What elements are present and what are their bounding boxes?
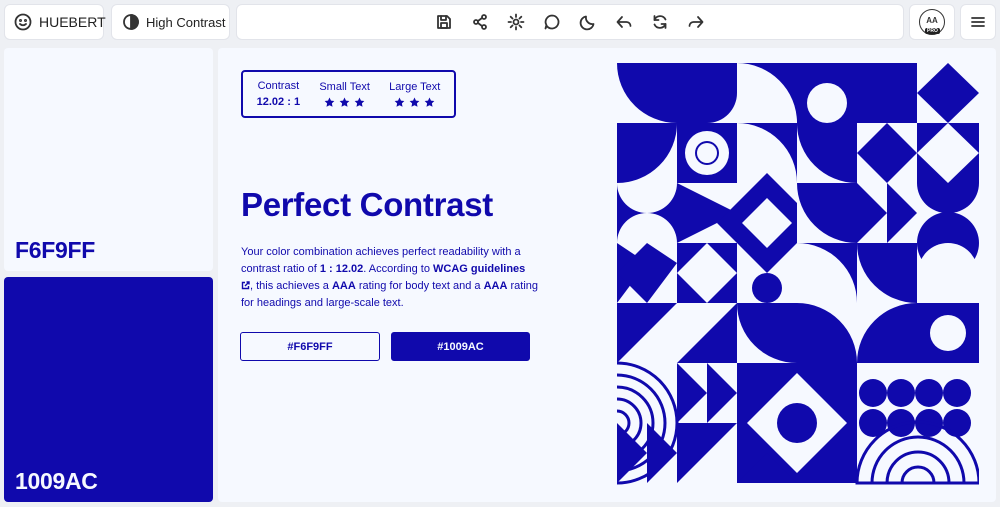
- undo-icon[interactable]: [615, 13, 633, 31]
- desc-part: , this achieves a: [250, 280, 332, 292]
- contrast-icon: [122, 13, 140, 31]
- refresh-icon[interactable]: [651, 13, 669, 31]
- description: Your color combination achieves perfect …: [241, 244, 541, 312]
- contrast-score-box: Contrast 12.02 : 1 Small Text Large Text: [241, 70, 456, 118]
- large-text-rating: Large Text: [389, 81, 440, 108]
- desc-aaa: AAA: [483, 280, 508, 292]
- copy-background-button[interactable]: #F6F9FF: [240, 332, 380, 361]
- share-icon[interactable]: [471, 13, 489, 31]
- star-icon: [424, 96, 435, 107]
- swatch-background[interactable]: F6F9FF: [4, 48, 213, 271]
- desc-ratio: 1 : 12.02: [319, 263, 364, 275]
- desc-part: rating for body text and a: [355, 280, 484, 292]
- contrast-value: 12.02 : 1: [256, 96, 301, 108]
- swatch-foreground[interactable]: 1009AC: [4, 277, 213, 502]
- accessibility-button[interactable]: AA PRO: [909, 4, 955, 40]
- brand-name: HUEBERT: [39, 14, 106, 30]
- mode-label: High Contrast: [146, 14, 226, 30]
- preview-panel: Contrast 12.02 : 1 Small Text Large Text…: [218, 48, 996, 502]
- star-icon: [394, 96, 405, 107]
- mode-button[interactable]: High Contrast: [111, 4, 230, 40]
- copy-foreground-button[interactable]: #1009AC: [391, 332, 530, 361]
- desc-part: . According to: [363, 263, 434, 275]
- redo-icon[interactable]: [687, 13, 705, 31]
- star-icon: [409, 96, 420, 107]
- small-text-label: Small Text: [319, 80, 370, 93]
- star-icon: [324, 96, 335, 107]
- dark-mode-icon[interactable]: [579, 13, 597, 31]
- contrast-ratio: Contrast 12.02 : 1: [257, 80, 300, 108]
- hamburger-icon: [969, 13, 987, 31]
- large-text-label: Large Text: [389, 80, 441, 93]
- comment-icon[interactable]: [543, 13, 561, 31]
- pro-badge: PRO: [925, 28, 940, 34]
- star-icon: [339, 96, 350, 107]
- swatch-background-hex: F6F9FF: [15, 237, 95, 263]
- page-title: Perfect Contrast: [241, 186, 493, 223]
- small-text-rating: Small Text: [319, 81, 370, 108]
- star-icon: [354, 96, 365, 107]
- small-text-stars: [319, 96, 370, 108]
- desc-aaa: AAA: [331, 280, 356, 292]
- settings-icon[interactable]: [507, 13, 525, 31]
- contrast-label: Contrast: [257, 80, 300, 92]
- toolbar: [236, 4, 904, 40]
- menu-button[interactable]: [960, 4, 996, 40]
- aa-pro-icon: AA PRO: [919, 9, 945, 35]
- large-text-stars: [389, 96, 440, 108]
- aa-label: AA: [926, 15, 938, 25]
- wcag-link[interactable]: WCAG guidelines: [433, 263, 525, 275]
- geometric-pattern-illustration: [617, 63, 979, 485]
- save-icon[interactable]: [435, 13, 453, 31]
- logo-icon: [14, 13, 32, 31]
- external-link-icon[interactable]: [241, 279, 250, 290]
- swatch-foreground-hex: 1009AC: [15, 468, 98, 494]
- brand-box[interactable]: HUEBERT: [4, 4, 106, 40]
